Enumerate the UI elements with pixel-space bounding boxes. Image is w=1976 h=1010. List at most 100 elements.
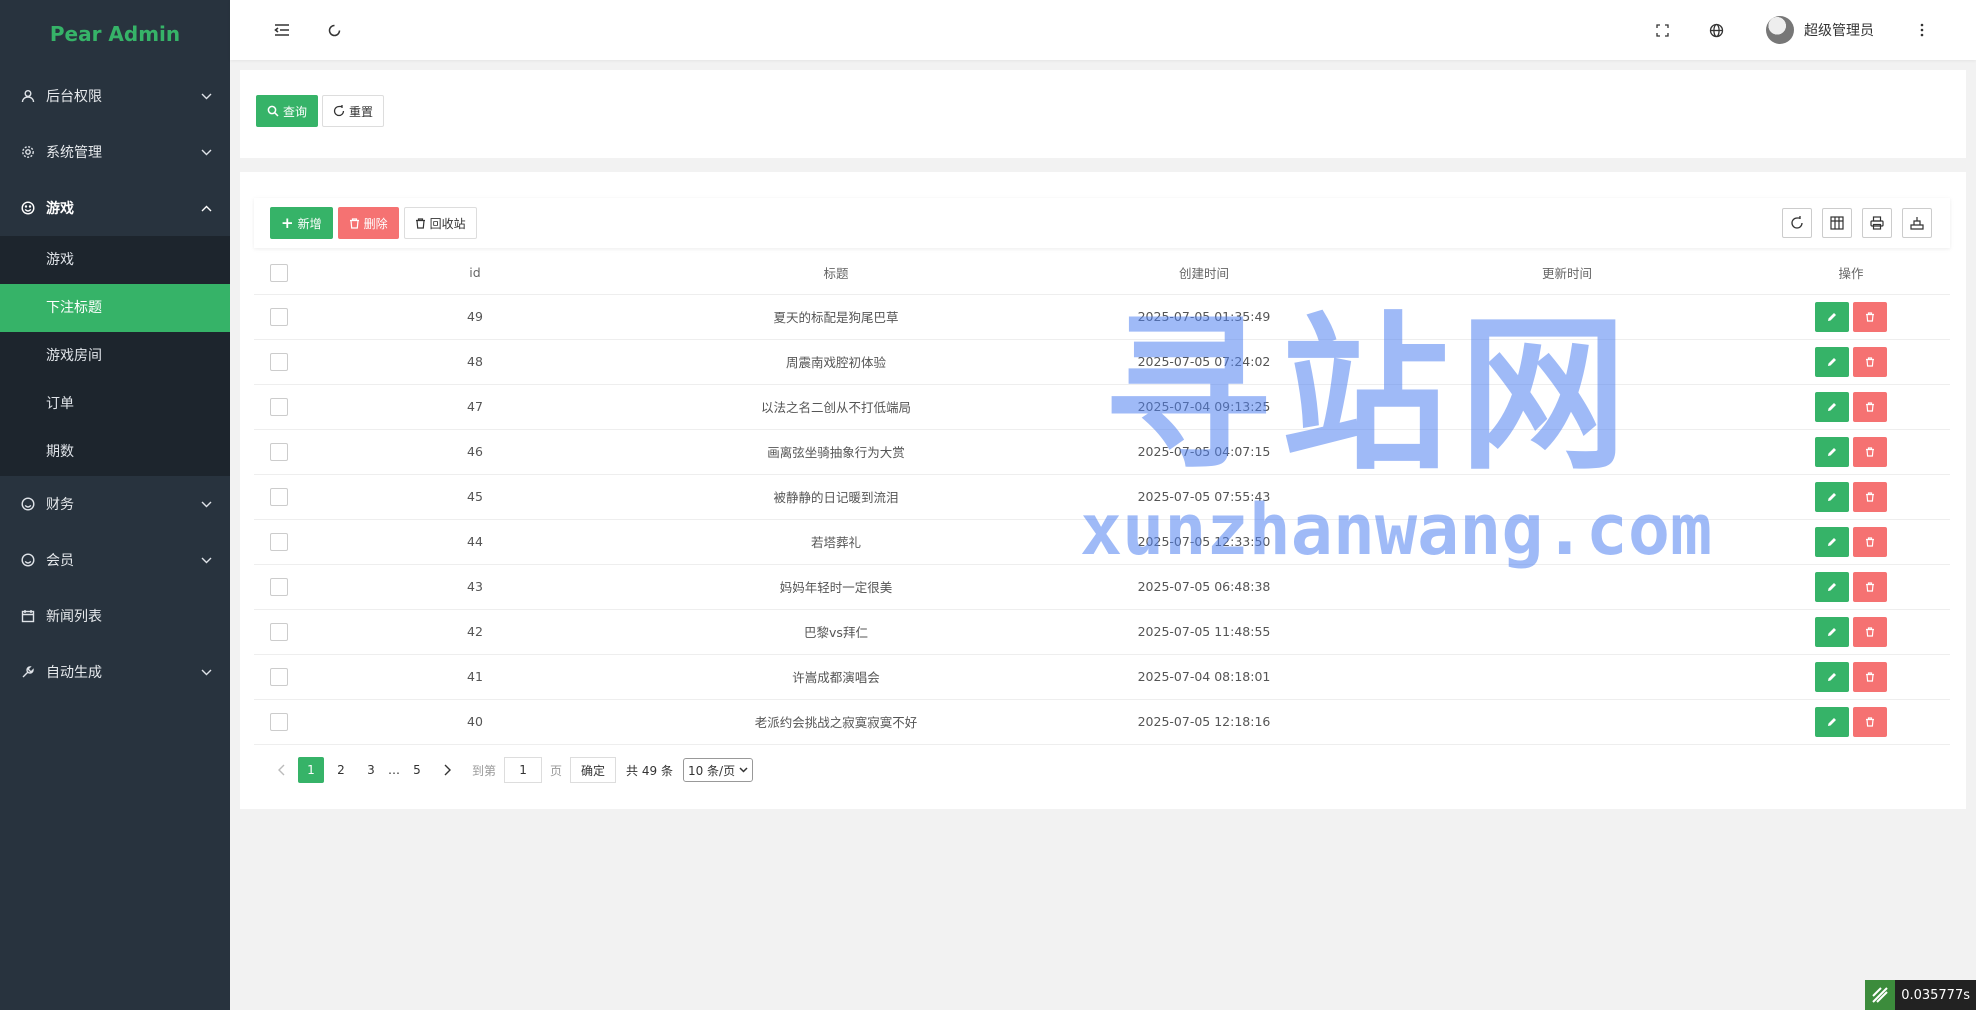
brand-logo[interactable]: Pear Admin	[0, 0, 230, 68]
chevron-down-icon	[200, 90, 212, 102]
edit-button[interactable]	[1815, 706, 1849, 737]
cell-actions	[1752, 609, 1950, 655]
row-delete-button[interactable]	[1853, 571, 1887, 602]
row-checkbox[interactable]	[270, 487, 288, 506]
reset-button-label: 重置	[349, 104, 374, 119]
row-select-cell	[254, 609, 304, 655]
sidebar-subitem-orders[interactable]: 订单	[0, 380, 230, 428]
row-delete-button[interactable]	[1853, 526, 1887, 557]
edit-button[interactable]	[1815, 481, 1849, 512]
sidebar-item-autogen[interactable]: 自动生成	[0, 644, 230, 700]
goto-confirm-button[interactable]: 确定	[570, 757, 617, 783]
tool-icon	[20, 664, 36, 680]
page-3[interactable]: 3	[358, 757, 384, 783]
edit-button[interactable]	[1815, 391, 1849, 422]
column-header-id[interactable]: id	[304, 252, 646, 295]
cell-actions	[1752, 474, 1950, 520]
export-button[interactable]	[1902, 208, 1932, 238]
recycle-bin-button[interactable]: 回收站	[403, 207, 477, 239]
row-delete-button[interactable]	[1853, 436, 1887, 467]
delete-button[interactable]: 删除	[337, 207, 399, 239]
sidebar-item-label: 系统管理	[46, 145, 102, 161]
row-delete-button[interactable]	[1853, 616, 1887, 647]
cell-actions	[1752, 294, 1950, 340]
prev-page-icon[interactable]	[268, 757, 294, 783]
page-1[interactable]: 1	[298, 757, 324, 783]
trash-icon	[1866, 401, 1874, 412]
row-delete-button[interactable]	[1853, 661, 1887, 692]
calendar-icon	[20, 608, 36, 624]
edit-button[interactable]	[1815, 301, 1849, 332]
edit-button[interactable]	[1815, 661, 1849, 692]
menu-toggle-icon[interactable]	[268, 16, 296, 44]
row-checkbox[interactable]	[270, 667, 288, 686]
total-count: 共 49 条	[626, 763, 673, 778]
refresh-icon	[333, 105, 345, 117]
table-refresh-button[interactable]	[1782, 208, 1812, 238]
pencil-icon	[1828, 312, 1836, 321]
globe-icon[interactable]	[1702, 16, 1730, 44]
sidebar-item-finance[interactable]: 财务	[0, 476, 230, 532]
add-button[interactable]: + 新增	[270, 207, 333, 239]
table-row: 44 若塔葬礼 2025-07-05 12:33:50	[254, 519, 1950, 565]
cell-title: 若塔葬礼	[646, 519, 1026, 565]
cell-title: 以法之名二创从不打低端局	[646, 384, 1026, 430]
edit-button[interactable]	[1815, 346, 1849, 377]
reset-button[interactable]: 重置	[322, 95, 385, 127]
row-select-cell	[254, 654, 304, 700]
row-checkbox[interactable]	[270, 397, 288, 416]
sidebar-item-members[interactable]: 会员	[0, 532, 230, 588]
sidebar-item-system[interactable]: 系统管理	[0, 124, 230, 180]
edit-button[interactable]	[1815, 526, 1849, 557]
row-checkbox[interactable]	[270, 712, 288, 731]
sidebar-item-admin-permissions[interactable]: 后台权限	[0, 68, 230, 124]
cell-created: 2025-07-05 04:07:15	[1026, 429, 1382, 475]
print-button[interactable]	[1862, 208, 1892, 238]
more-vertical-icon[interactable]	[1908, 16, 1936, 44]
column-header-title[interactable]: 标题	[646, 252, 1026, 295]
row-checkbox[interactable]	[270, 577, 288, 596]
edit-button[interactable]	[1815, 616, 1849, 647]
table-row: 45 被静静的日记暖到流泪 2025-07-05 07:55:43	[254, 474, 1950, 520]
goto-page-input[interactable]: 1	[504, 757, 543, 783]
row-checkbox[interactable]	[270, 532, 288, 551]
row-delete-button[interactable]	[1853, 481, 1887, 512]
user-menu[interactable]: 超级管理员	[1766, 16, 1874, 44]
row-delete-button[interactable]	[1853, 391, 1887, 422]
column-header-created[interactable]: 创建时间	[1026, 252, 1382, 295]
cell-actions	[1752, 429, 1950, 475]
row-checkbox[interactable]	[270, 622, 288, 641]
sidebar-item-game[interactable]: 游戏	[0, 180, 230, 236]
column-header-updated[interactable]: 更新时间	[1382, 252, 1752, 295]
sidebar-subitem-game-room[interactable]: 游戏房间	[0, 332, 230, 380]
row-delete-button[interactable]	[1853, 346, 1887, 377]
select-all-checkbox[interactable]	[270, 263, 288, 282]
row-checkbox[interactable]	[270, 352, 288, 371]
sidebar-subitem-bet-title[interactable]: 下注标题	[0, 284, 230, 332]
cell-created: 2025-07-05 12:33:50	[1026, 519, 1382, 565]
fullscreen-icon[interactable]	[1648, 16, 1676, 44]
sidebar-subitem-periods[interactable]: 期数	[0, 428, 230, 476]
row-checkbox[interactable]	[270, 307, 288, 326]
row-checkbox[interactable]	[270, 442, 288, 461]
cell-updated	[1382, 339, 1752, 385]
query-button[interactable]: 查询	[256, 95, 319, 127]
edit-button[interactable]	[1815, 571, 1849, 602]
edit-button[interactable]	[1815, 436, 1849, 467]
row-delete-button[interactable]	[1853, 706, 1887, 737]
page-5[interactable]: 5	[404, 757, 430, 783]
cell-updated	[1382, 294, 1752, 340]
row-select-cell	[254, 474, 304, 520]
sidebar-subnav-game: 游戏 下注标题 游戏房间 订单 期数	[0, 236, 230, 476]
page-2[interactable]: 2	[328, 757, 354, 783]
next-page-icon[interactable]	[434, 757, 460, 783]
page-size-select[interactable]: 10 条/页	[682, 758, 754, 782]
cell-actions	[1752, 384, 1950, 430]
row-delete-button[interactable]	[1853, 301, 1887, 332]
cell-updated	[1382, 519, 1752, 565]
refresh-icon[interactable]	[320, 16, 348, 44]
sidebar-subitem-game[interactable]: 游戏	[0, 236, 230, 284]
sidebar-item-news[interactable]: 新闻列表	[0, 588, 230, 644]
table-row: 42 巴黎vs拜仁 2025-07-05 11:48:55	[254, 609, 1950, 655]
column-filter-button[interactable]	[1822, 208, 1852, 238]
